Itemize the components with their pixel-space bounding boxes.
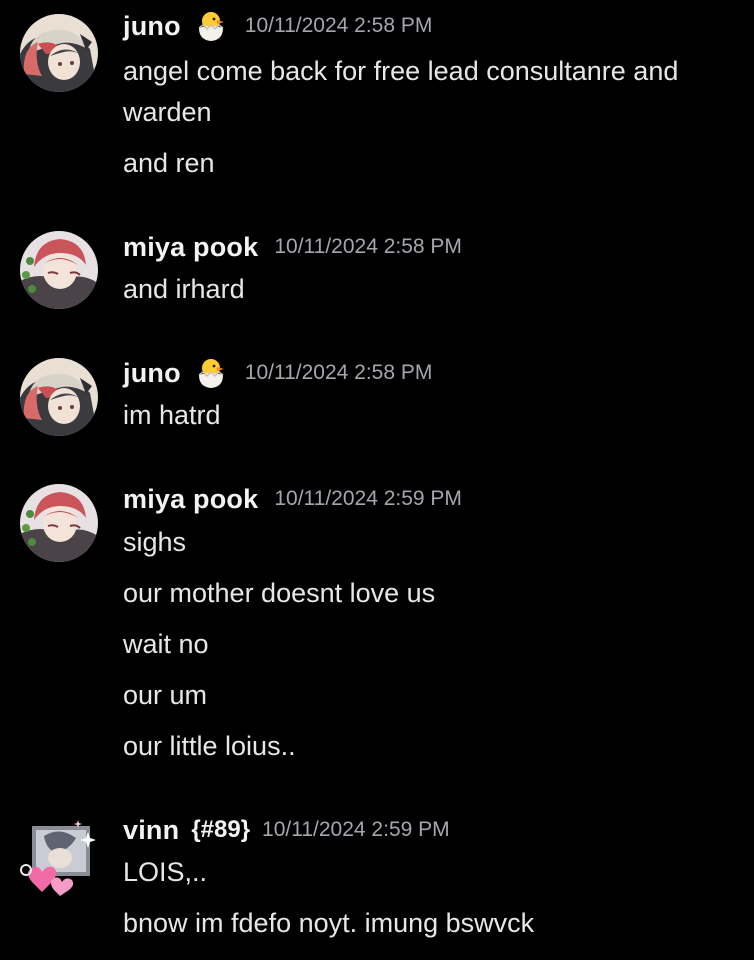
message-header: miya pook 10/11/2024 2:59 PM (123, 479, 462, 519)
clan-tag[interactable]: {#89} (191, 816, 250, 844)
timestamp: 10/11/2024 2:58 PM (244, 361, 433, 384)
hatching-chick-icon (193, 8, 229, 44)
username[interactable]: vinn (123, 815, 179, 846)
message-line: wait no (123, 629, 209, 659)
message-line: angel come back for free lead consultanr… (123, 56, 679, 86)
avatar-vinn[interactable] (20, 812, 98, 896)
message-line: im hatrd (123, 400, 221, 430)
avatar-miya-pook[interactable] (20, 484, 98, 562)
avatar-miya-pook[interactable] (20, 231, 98, 309)
message-line: our little loius.. (123, 731, 296, 761)
message-line: our um (123, 680, 208, 710)
message-line: sighs (123, 527, 187, 557)
hatching-chick-icon (193, 355, 229, 391)
timestamp: 10/11/2024 2:58 PM (274, 235, 462, 258)
timestamp: 10/11/2024 2:59 PM (274, 487, 462, 510)
message-line: our mother doesnt love us (123, 578, 436, 608)
username[interactable]: miya pook (123, 484, 258, 515)
username[interactable]: juno (123, 358, 181, 389)
message-line: bnow im fdefo noyt. imung bswvck (123, 908, 535, 938)
message-header: juno 10/11/2024 2:58 PM (123, 353, 432, 393)
timestamp: 10/11/2024 2:58 PM (244, 14, 433, 37)
message-line: and irhard (123, 274, 245, 304)
message-line: warden (123, 97, 212, 127)
message-header: vinn {#89} 10/11/2024 2:59 PM (123, 810, 450, 850)
message-header: miya pook 10/11/2024 2:58 PM (123, 227, 462, 267)
timestamp: 10/11/2024 2:59 PM (262, 818, 450, 841)
avatar-juno[interactable] (20, 14, 98, 92)
message-line: LOIS,.. (123, 857, 208, 887)
username[interactable]: miya pook (123, 232, 258, 263)
message-line: and ren (123, 148, 215, 178)
avatar-juno[interactable] (20, 358, 98, 436)
message-header: juno 10/11/2024 2:58 PM (123, 6, 432, 46)
username[interactable]: juno (123, 11, 181, 42)
